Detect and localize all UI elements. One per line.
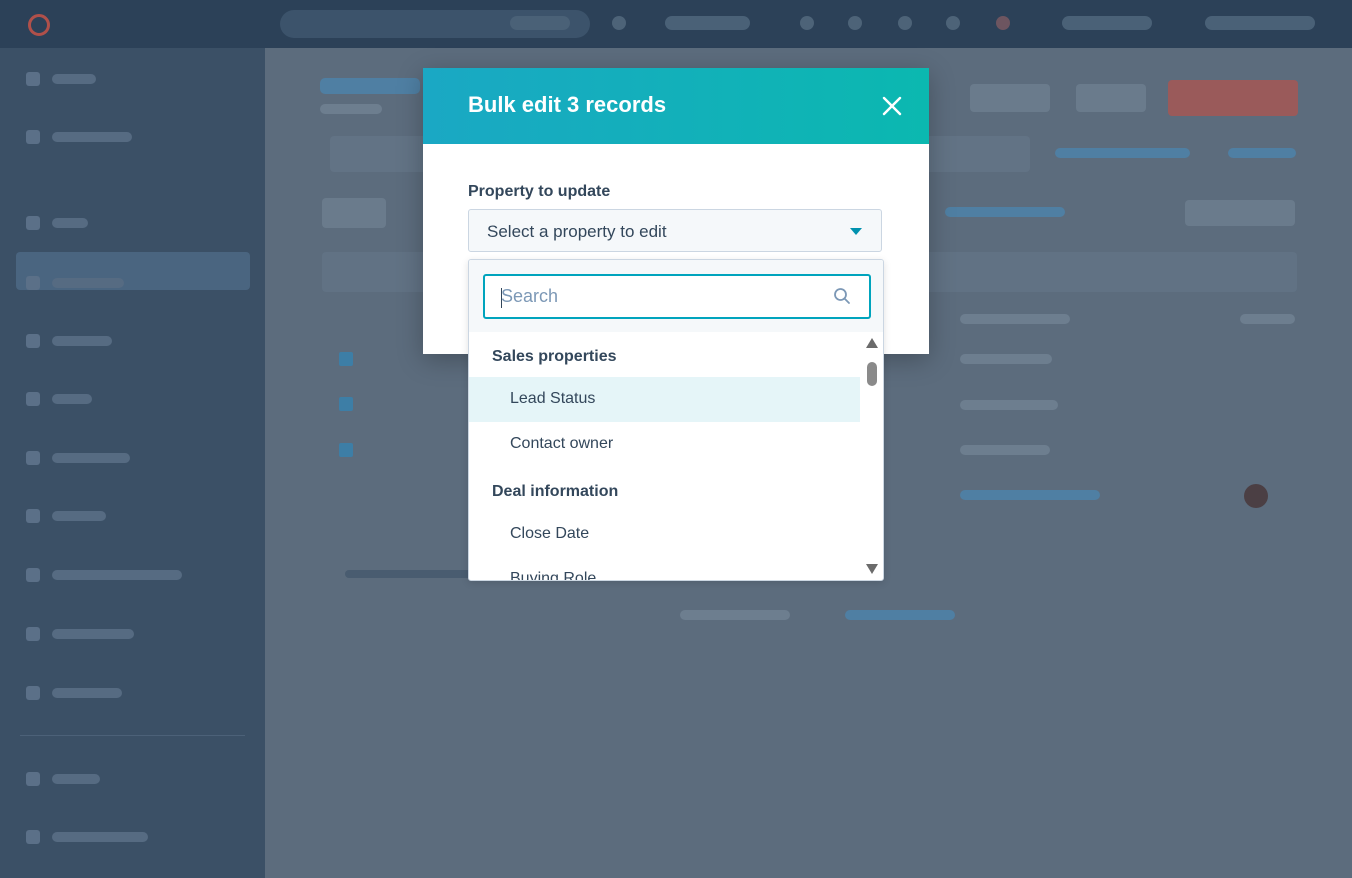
all-views-link — [1228, 148, 1296, 158]
column-header — [960, 314, 1070, 324]
sidebar-item — [26, 627, 134, 641]
account-menu — [1205, 16, 1315, 30]
dropdown-search-area — [469, 260, 883, 332]
sidebar-item — [26, 72, 96, 86]
table-cell — [960, 354, 1052, 364]
chevron-down-icon — [850, 228, 862, 235]
topbar-icon — [946, 16, 960, 30]
table-cell-link — [960, 490, 1100, 500]
option-label: Contact owner — [510, 435, 614, 452]
avatar — [1244, 484, 1268, 508]
sidebar-item — [26, 392, 92, 406]
action-button — [970, 84, 1050, 112]
property-select[interactable]: Select a property to edit — [468, 209, 882, 252]
add-view-link — [1055, 148, 1190, 158]
dropdown-scrollbar[interactable] — [863, 334, 881, 580]
scroll-up-icon[interactable] — [866, 338, 878, 348]
topbar-item — [1062, 16, 1152, 30]
page-heading — [320, 78, 420, 94]
pagination — [680, 610, 790, 620]
table-toolbar — [1185, 200, 1295, 226]
record-count — [320, 104, 382, 114]
action-button — [1076, 84, 1146, 112]
option-label: Buying Role — [510, 570, 597, 581]
option-close-date[interactable]: Close Date — [469, 512, 860, 557]
modal-header: Bulk edit 3 records — [423, 68, 929, 144]
sidebar-item — [26, 276, 124, 290]
group-header-sales-properties: Sales properties — [492, 348, 617, 365]
sidebar-item — [26, 451, 130, 465]
row-checkbox — [339, 352, 353, 366]
option-label: Close Date — [510, 525, 590, 542]
sidebar-item — [26, 686, 122, 700]
top-navigation-bar — [0, 0, 1352, 48]
topbar-icon — [898, 16, 912, 30]
search-icon — [834, 288, 850, 304]
table-cell — [960, 400, 1058, 410]
row-checkbox — [339, 397, 353, 411]
scrollbar-thumb[interactable] — [867, 362, 877, 386]
close-icon — [882, 96, 902, 116]
topbar-icon — [612, 16, 626, 30]
topbar-icon — [848, 16, 862, 30]
sidebar-item — [26, 334, 112, 348]
sidebar-item — [26, 568, 182, 582]
dropdown-search-input[interactable] — [483, 274, 871, 319]
column-header — [1240, 314, 1295, 324]
sidebar-item — [26, 216, 88, 230]
sidebar-divider — [20, 735, 245, 736]
sidebar-item — [26, 509, 106, 523]
view-toggle — [322, 198, 386, 228]
option-lead-status[interactable]: Lead Status — [469, 377, 860, 422]
horizontal-scrollbar — [345, 570, 475, 578]
option-buying-role[interactable]: Buying Role — [469, 557, 860, 581]
topbar-item — [510, 16, 570, 30]
option-label: Lead Status — [510, 390, 596, 407]
close-button[interactable] — [881, 95, 903, 117]
option-contact-owner[interactable]: Contact owner — [469, 422, 860, 467]
modal-title: Bulk edit 3 records — [468, 92, 667, 117]
property-select-value: Select a property to edit — [487, 222, 667, 241]
per-page-select — [845, 610, 955, 620]
table-cell — [960, 445, 1050, 455]
group-header-deal-information: Deal information — [492, 483, 619, 500]
sidebar-item — [26, 130, 132, 144]
property-dropdown: Sales properties Lead Status Contact own… — [468, 259, 884, 581]
dropdown-options-list: Sales properties Lead Status Contact own… — [469, 332, 861, 581]
sidebar-item — [26, 830, 148, 844]
logo-icon — [28, 14, 50, 36]
topbar-icon — [800, 16, 814, 30]
scroll-down-icon[interactable] — [866, 564, 878, 574]
row-checkbox — [339, 443, 353, 457]
create-button — [1168, 80, 1298, 116]
text-cursor — [501, 288, 502, 308]
filter-link — [945, 207, 1065, 217]
sidebar-item — [26, 772, 100, 786]
property-field-label: Property to update — [468, 183, 611, 200]
notification-icon — [996, 16, 1010, 30]
topbar-item — [665, 16, 750, 30]
